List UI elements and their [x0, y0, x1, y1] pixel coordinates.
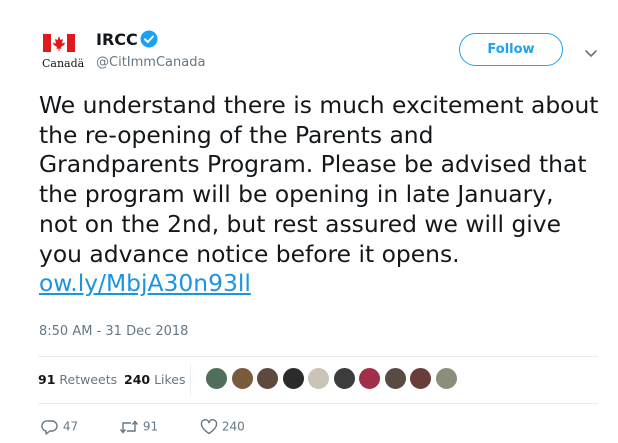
retweet-action[interactable]: 91 — [119, 419, 158, 435]
likes-count: 240 — [124, 372, 151, 387]
liker-avatar[interactable] — [230, 367, 254, 390]
liker-avatar[interactable] — [383, 367, 407, 390]
liker-avatar[interactable] — [281, 367, 305, 390]
liker-avatar[interactable] — [205, 367, 228, 390]
verified-badge-icon — [140, 30, 158, 48]
retweet-count: 91 — [142, 419, 159, 434]
likes-stat[interactable]: 240 Likes — [124, 372, 186, 387]
canada-wordmark-text: Canadä — [42, 57, 85, 70]
liker-avatar[interactable] — [434, 367, 458, 390]
liker-avatar[interactable] — [358, 367, 381, 390]
reply-action[interactable]: 47 — [41, 419, 78, 435]
retweets-count: 91 — [38, 372, 56, 387]
tweet-timestamp[interactable]: 8:50 AM - 31 Dec 2018 — [39, 324, 188, 339]
canada-flag-icon — [43, 34, 75, 52]
tweet-body: We understand there is much excitement a… — [39, 91, 599, 268]
heart-icon — [200, 419, 222, 435]
account-handle[interactable]: @CitImmCanada — [96, 55, 205, 70]
stats-divider — [190, 365, 191, 395]
divider — [38, 403, 598, 404]
chevron-down-icon[interactable] — [584, 44, 598, 57]
liker-avatar[interactable] — [409, 367, 432, 390]
retweet-icon — [119, 420, 143, 434]
liker-avatar[interactable] — [307, 367, 330, 390]
like-action[interactable]: 240 — [200, 419, 245, 435]
liker-avatar[interactable] — [332, 367, 356, 390]
divider — [38, 356, 598, 357]
retweets-label: Retweets — [59, 372, 118, 387]
liker-avatar[interactable] — [256, 367, 279, 390]
tweet-text: We understand there is much excitement a… — [39, 91, 599, 299]
retweets-stat[interactable]: 91 Retweets — [38, 372, 117, 387]
follow-button[interactable]: Follow — [459, 33, 563, 66]
likes-label: Likes — [154, 372, 186, 387]
reply-icon — [41, 420, 63, 435]
account-name[interactable]: IRCC — [96, 30, 138, 49]
reply-count: 47 — [62, 419, 79, 434]
like-count: 240 — [221, 419, 245, 434]
tweet-link[interactable]: ow.ly/MbjA30n93ll — [39, 269, 251, 297]
